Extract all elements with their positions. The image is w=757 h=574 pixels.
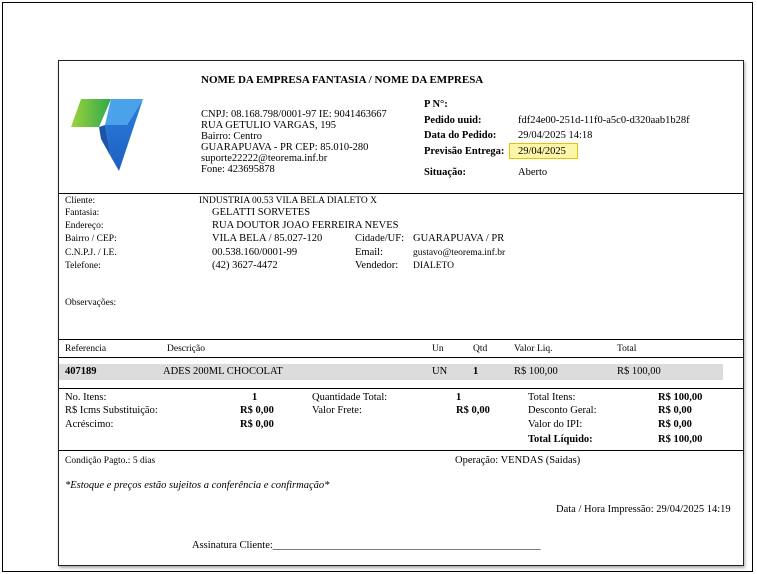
divider bbox=[59, 357, 743, 358]
order-uuid-label: Pedido uuid: bbox=[424, 115, 482, 126]
freight-label: Valor Frete: bbox=[312, 405, 362, 416]
order-date-label: Data do Pedido: bbox=[424, 130, 497, 141]
num-items-label: No. Itens: bbox=[65, 392, 107, 403]
client-phone: (42) 3627-4472 bbox=[212, 260, 278, 271]
status-value: Aberto bbox=[518, 167, 548, 178]
total-items-value: R$ 100,00 bbox=[658, 392, 703, 403]
ipi-label: Valor do IPI: bbox=[528, 419, 583, 430]
net-total-label: Total Líquido: bbox=[528, 434, 593, 445]
num-items: 1 bbox=[252, 392, 258, 403]
company-phone: Fone: 423695878 bbox=[201, 164, 275, 175]
forecast-date: 29/04/2025 bbox=[518, 146, 566, 157]
order-date: 29/04/2025 14:18 bbox=[518, 130, 593, 141]
net-total-value: R$ 100,00 bbox=[658, 434, 703, 445]
item-price: R$ 100,00 bbox=[514, 366, 558, 377]
notes-label: Observações: bbox=[65, 298, 117, 308]
order-uuid: fdf24e00-251d-11f0-a5c0-d320aab1b28f bbox=[518, 115, 690, 126]
disclaimer: *Estoque e preços estão sujeitos a confe… bbox=[65, 480, 330, 491]
col-header-price: Valor Liq. bbox=[514, 344, 553, 354]
client-district-cep: VILA BELA / 85.027-120 bbox=[212, 233, 323, 244]
col-header-desc: Descrição bbox=[167, 344, 205, 354]
divider bbox=[59, 450, 743, 451]
fantasy-label: Fantasia: bbox=[65, 208, 100, 218]
order-number-label: P N°: bbox=[424, 99, 448, 110]
icms-value: R$ 0,00 bbox=[240, 405, 274, 416]
qty-total-label: Quantidade Total: bbox=[312, 392, 388, 403]
item-unit: UN bbox=[432, 366, 448, 377]
total-items-label: Total Itens: bbox=[528, 392, 576, 403]
company-logo bbox=[71, 99, 143, 171]
forecast-label: Previsão Entrega: bbox=[424, 146, 505, 157]
item-total: R$ 100,00 bbox=[617, 366, 661, 377]
client-seller: DIALETO bbox=[413, 261, 454, 271]
cnpj-ie-label: C.N.P.J. / I.E. bbox=[65, 248, 117, 258]
address-label: Endereço: bbox=[65, 221, 104, 231]
print-datetime: Data / Hora Impressão: 29/04/2025 14:19 bbox=[556, 504, 731, 515]
status-label: Situação: bbox=[424, 167, 466, 178]
client-cnpj-ie: 00.538.160/0001-99 bbox=[212, 247, 298, 258]
freight-value: R$ 0,00 bbox=[456, 405, 490, 416]
item-desc: ADES 200ML CHOCOLAT bbox=[163, 366, 283, 377]
client-fantasy: GELATTI SORVETES bbox=[212, 207, 311, 218]
discount-value: R$ 0,00 bbox=[658, 405, 692, 416]
operation: Operação: VENDAS (Saidas) bbox=[455, 455, 581, 466]
ipi-value: R$ 0,00 bbox=[658, 419, 692, 430]
email-label: Email: bbox=[355, 247, 383, 258]
addition-label: Acréscimo: bbox=[65, 419, 114, 430]
client-email: gustavo@teorema.inf.br bbox=[413, 248, 506, 258]
item-qty: 1 bbox=[473, 366, 479, 377]
client-city: GUARAPUAVA / PR bbox=[413, 233, 505, 244]
icms-label: R$ Icms Substituição: bbox=[65, 405, 158, 416]
item-ref: 407189 bbox=[65, 366, 97, 377]
city-label: Cidade/UF: bbox=[355, 233, 404, 244]
discount-label: Desconto Geral: bbox=[528, 405, 597, 416]
client-address: RUA DOUTOR JOAO FERREIRA NEVES bbox=[212, 220, 399, 231]
divider bbox=[59, 339, 743, 340]
signature-line: Assinatura Cliente:_____________________… bbox=[192, 540, 541, 551]
col-header-ref: Referencia bbox=[65, 344, 107, 354]
divider bbox=[59, 388, 743, 389]
col-header-total: Total bbox=[617, 344, 637, 354]
client-name: INDUSTRIA 00.53 VILA BELA DIALETO X bbox=[199, 196, 378, 206]
seller-label: Vendedor: bbox=[355, 260, 399, 271]
district-cep-label: Bairro / CEP: bbox=[65, 234, 117, 244]
order-document: NOME DA EMPRESA FANTASIA / NOME DA EMPRE… bbox=[58, 60, 744, 566]
qty-total: 1 bbox=[456, 392, 462, 403]
addition-value: R$ 0,00 bbox=[240, 419, 274, 430]
col-header-unit: Un bbox=[432, 344, 444, 354]
col-header-qty: Qtd bbox=[473, 344, 488, 354]
phone-label: Telefone: bbox=[65, 261, 101, 271]
company-name: NOME DA EMPRESA FANTASIA / NOME DA EMPRE… bbox=[201, 74, 484, 86]
client-label: Cliente: bbox=[65, 196, 96, 206]
divider bbox=[59, 193, 743, 194]
payment-condition: Condição Pagto.: 5 dias bbox=[65, 456, 156, 466]
